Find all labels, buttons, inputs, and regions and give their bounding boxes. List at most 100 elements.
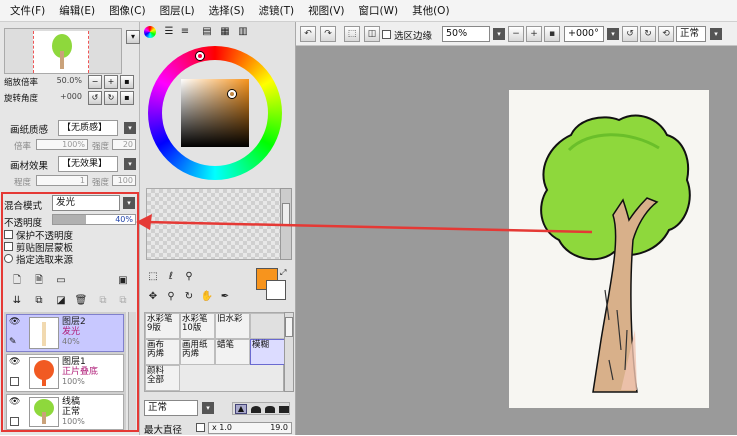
layer-scrollbar[interactable]: [128, 312, 136, 430]
delete-layer-icon[interactable]: 🗑: [74, 294, 88, 308]
color-wheel[interactable]: [148, 46, 282, 180]
shape-soft-icon[interactable]: [265, 406, 275, 413]
brush-canvas-acrylic[interactable]: 画布 丙烯: [145, 339, 180, 365]
paper-strength-value[interactable]: 20: [112, 139, 136, 150]
brush-empty-slot[interactable]: [250, 313, 285, 339]
zoom-select[interactable]: 50%: [442, 26, 490, 42]
brush-mode-dropdown-icon[interactable]: ▾: [202, 402, 214, 414]
rotate-ccw-icon[interactable]: ↺: [622, 26, 638, 42]
menu-image[interactable]: 图像(C): [109, 3, 146, 18]
brush-paint-all[interactable]: 颜料 全部: [145, 365, 180, 391]
menu-view[interactable]: 视图(V): [308, 3, 344, 18]
zoom-value[interactable]: 50.0%: [4, 76, 84, 87]
protect-opacity-checkbox[interactable]: [4, 230, 13, 239]
brush-crayon[interactable]: 蜡笔: [215, 339, 250, 365]
zoom-in-toolbar-icon[interactable]: +: [526, 26, 542, 42]
menu-window[interactable]: 窗口(W): [359, 3, 399, 18]
brush-scrollbar[interactable]: [284, 312, 294, 392]
menu-file[interactable]: 文件(F): [10, 3, 45, 18]
rotate-cw-icon[interactable]: ↻: [640, 26, 656, 42]
swap-colors-icon[interactable]: ⤢: [280, 268, 286, 278]
rect-select-icon[interactable]: ⬚: [146, 270, 160, 284]
undo-icon[interactable]: ↶: [300, 26, 316, 42]
gradient-tab-icon[interactable]: ▤: [200, 25, 214, 39]
move-icon[interactable]: ✥: [146, 290, 160, 304]
eye-icon[interactable]: 👁: [9, 357, 20, 367]
zoom-fit-icon[interactable]: ▪: [544, 26, 560, 42]
shape-flat-icon[interactable]: [279, 406, 289, 413]
color-picker-marker[interactable]: [228, 90, 236, 98]
eyedropper-icon[interactable]: ✒: [218, 290, 232, 304]
max-size-slider[interactable]: x 1.0 19.0: [208, 422, 292, 434]
eye-icon[interactable]: 👁: [9, 317, 20, 327]
rotation-select[interactable]: +000°: [564, 26, 604, 42]
paper-scale-value[interactable]: 100%: [36, 139, 88, 150]
new-vector-layer-icon[interactable]: 🗎: [32, 274, 46, 288]
swatch-tab-icon[interactable]: ▦: [218, 25, 232, 39]
new-layer-icon[interactable]: 🗋: [10, 274, 24, 288]
display-mode-dropdown-icon[interactable]: ▾: [710, 28, 722, 40]
menu-filter[interactable]: 滤镜(T): [259, 3, 295, 18]
layer-item-layer1[interactable]: 👁 图层1 正片叠底 100%: [6, 354, 124, 392]
navigator-menu-button[interactable]: ▾: [126, 30, 140, 44]
zoom-icon[interactable]: ⚲: [164, 290, 178, 304]
clear-layer-icon[interactable]: ◪: [54, 294, 68, 308]
menu-layer[interactable]: 图层(L): [160, 3, 195, 18]
rgb-slider-tab-icon[interactable]: ☰: [162, 25, 176, 39]
hsv-slider-tab-icon[interactable]: ≡: [178, 25, 192, 39]
rotate-value[interactable]: +000: [4, 92, 84, 103]
magic-wand-icon[interactable]: ⚲: [182, 270, 196, 284]
zoom-out-button[interactable]: −: [88, 75, 102, 89]
new-folder-icon[interactable]: ▭: [54, 274, 68, 288]
brush-shape-selector[interactable]: ▲: [232, 402, 290, 415]
rotate-reset-button[interactable]: ▪: [120, 91, 134, 105]
merge-icon[interactable]: ⧉: [116, 294, 130, 308]
effect-degree-value[interactable]: 1: [36, 175, 88, 186]
merge-down-icon[interactable]: ⇊: [10, 294, 24, 308]
navigator-preview[interactable]: [4, 28, 122, 74]
invert-select-icon[interactable]: ◫: [364, 26, 380, 42]
brush-watercolor-10[interactable]: 水彩笔 10版: [180, 313, 215, 339]
deselect-icon[interactable]: ⬚: [344, 26, 360, 42]
zoom-dropdown-icon[interactable]: ▾: [493, 28, 505, 40]
hue-marker[interactable]: [196, 52, 204, 60]
lock-checkbox[interactable]: [10, 417, 19, 426]
redo-icon[interactable]: ↷: [320, 26, 336, 42]
layer-item-layer2[interactable]: 👁 ✎ 图层2 发光 40%: [6, 314, 124, 352]
selection-source-radio[interactable]: [4, 254, 13, 263]
brush-paper-acrylic[interactable]: 画用纸 丙烯: [180, 339, 215, 365]
menu-other[interactable]: 其他(O): [412, 3, 449, 18]
menu-edit[interactable]: 编辑(E): [59, 3, 95, 18]
rotate-left-button[interactable]: ↺: [88, 91, 102, 105]
brush-old-watercolor[interactable]: 旧水彩: [215, 313, 250, 339]
zoom-reset-button[interactable]: ▪: [120, 75, 134, 89]
menu-select[interactable]: 选择(S): [209, 3, 245, 18]
transfer-icon[interactable]: ⧉: [96, 294, 110, 308]
scratchpad-tab-icon[interactable]: ▥: [236, 25, 250, 39]
display-mode-select[interactable]: 正常: [676, 26, 706, 42]
copy-layer-icon[interactable]: ⧉: [32, 294, 46, 308]
hand-icon[interactable]: ✋: [200, 290, 214, 304]
paper-texture-select[interactable]: 【无质感】: [58, 120, 118, 136]
rotate-reset-toolbar-icon[interactable]: ⟲: [658, 26, 674, 42]
brush-blur[interactable]: 模糊: [250, 339, 285, 365]
shape-sharp-icon[interactable]: ▲: [235, 404, 247, 414]
lasso-icon[interactable]: ℓ: [164, 270, 178, 284]
shape-round-icon[interactable]: [251, 406, 261, 413]
blend-mode-select[interactable]: 发光: [52, 195, 120, 211]
lock-checkbox[interactable]: [10, 377, 19, 386]
clip-mask-checkbox[interactable]: [4, 242, 13, 251]
opacity-slider[interactable]: 40%: [52, 214, 136, 225]
max-size-checkbox[interactable]: [196, 423, 205, 432]
layer-item-lineart[interactable]: 👁 线稿 正常 100%: [6, 394, 124, 430]
eye-icon[interactable]: 👁: [9, 397, 20, 407]
brush-watercolor-9[interactable]: 水彩笔 9版: [145, 313, 180, 339]
zoom-in-button[interactable]: +: [104, 75, 118, 89]
paper-effect-select[interactable]: 【无效果】: [58, 156, 118, 172]
brush-mode-select[interactable]: 正常: [144, 400, 198, 416]
selection-edge-checkbox[interactable]: [382, 30, 391, 39]
layer-mask-icon[interactable]: ▣: [116, 274, 130, 288]
rotation-dropdown-icon[interactable]: ▾: [607, 28, 619, 40]
rotate-right-button[interactable]: ↻: [104, 91, 118, 105]
rotate-icon[interactable]: ↻: [182, 290, 196, 304]
